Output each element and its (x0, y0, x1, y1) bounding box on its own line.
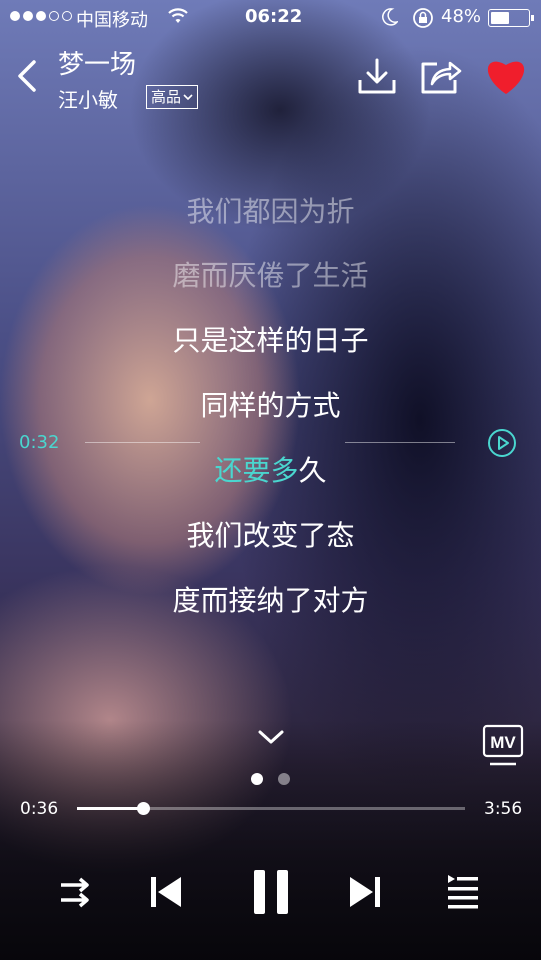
clock: 06:22 (245, 6, 303, 27)
playlist-icon[interactable] (446, 873, 480, 909)
lyric-seek-line (85, 442, 200, 443)
lyric-line: 我们都因为折 (186, 195, 355, 228)
total-time: 3:56 (484, 799, 523, 819)
play-circle-icon[interactable] (487, 428, 517, 458)
lyric-seek-line (345, 442, 455, 443)
rotation-lock-icon (413, 8, 433, 28)
previous-icon[interactable] (150, 876, 182, 908)
share-icon[interactable] (420, 56, 462, 96)
page-indicator-dot[interactable] (278, 773, 290, 785)
lyric-line: 度而接纳了对方 (172, 584, 369, 617)
wifi-icon (168, 8, 188, 23)
lyric-sung-part: 还要多 (214, 454, 299, 487)
do-not-disturb-icon (382, 8, 398, 26)
lyric-unsung-part: 久 (298, 454, 327, 487)
artist-name[interactable]: 汪小敏 (58, 84, 118, 113)
song-title: 梦一场 (58, 50, 137, 80)
lyric-line: 磨而厌倦了生活 (172, 259, 369, 292)
page-indicator-dot[interactable] (251, 773, 263, 785)
progress-thumb[interactable] (136, 802, 150, 815)
progress-played (77, 807, 143, 810)
heart-icon[interactable] (484, 57, 528, 95)
lyric-line: 同样的方式 (200, 389, 341, 422)
lyric-line: 只是这样的日子 (172, 324, 369, 357)
chevron-down-icon (183, 94, 193, 101)
mv-label: MV (490, 733, 516, 752)
quality-label: 高品 (151, 87, 182, 106)
lyric-line: 我们改变了态 (186, 519, 355, 552)
shuffle-icon[interactable] (58, 875, 94, 909)
signal-strength-icon (10, 11, 72, 21)
pause-icon[interactable] (251, 868, 291, 916)
carrier-name: 中国移动 (76, 10, 148, 31)
next-icon[interactable] (349, 876, 381, 908)
download-icon[interactable] (357, 56, 397, 96)
collapse-lyrics-button[interactable] (257, 727, 285, 747)
mv-button[interactable]: MV (482, 724, 524, 768)
lyric-line-current: 还要多久 (0, 449, 541, 489)
back-button[interactable] (12, 56, 42, 96)
battery-icon (488, 9, 534, 27)
quality-selector[interactable]: 高品 (146, 85, 199, 109)
lyric-seek-time: 0:32 (19, 432, 60, 453)
progress-slider[interactable] (77, 802, 465, 815)
current-time: 0:36 (20, 799, 59, 819)
battery-percent: 48% (441, 6, 482, 27)
status-bar: 中国移动 06:22 48% (0, 0, 541, 36)
